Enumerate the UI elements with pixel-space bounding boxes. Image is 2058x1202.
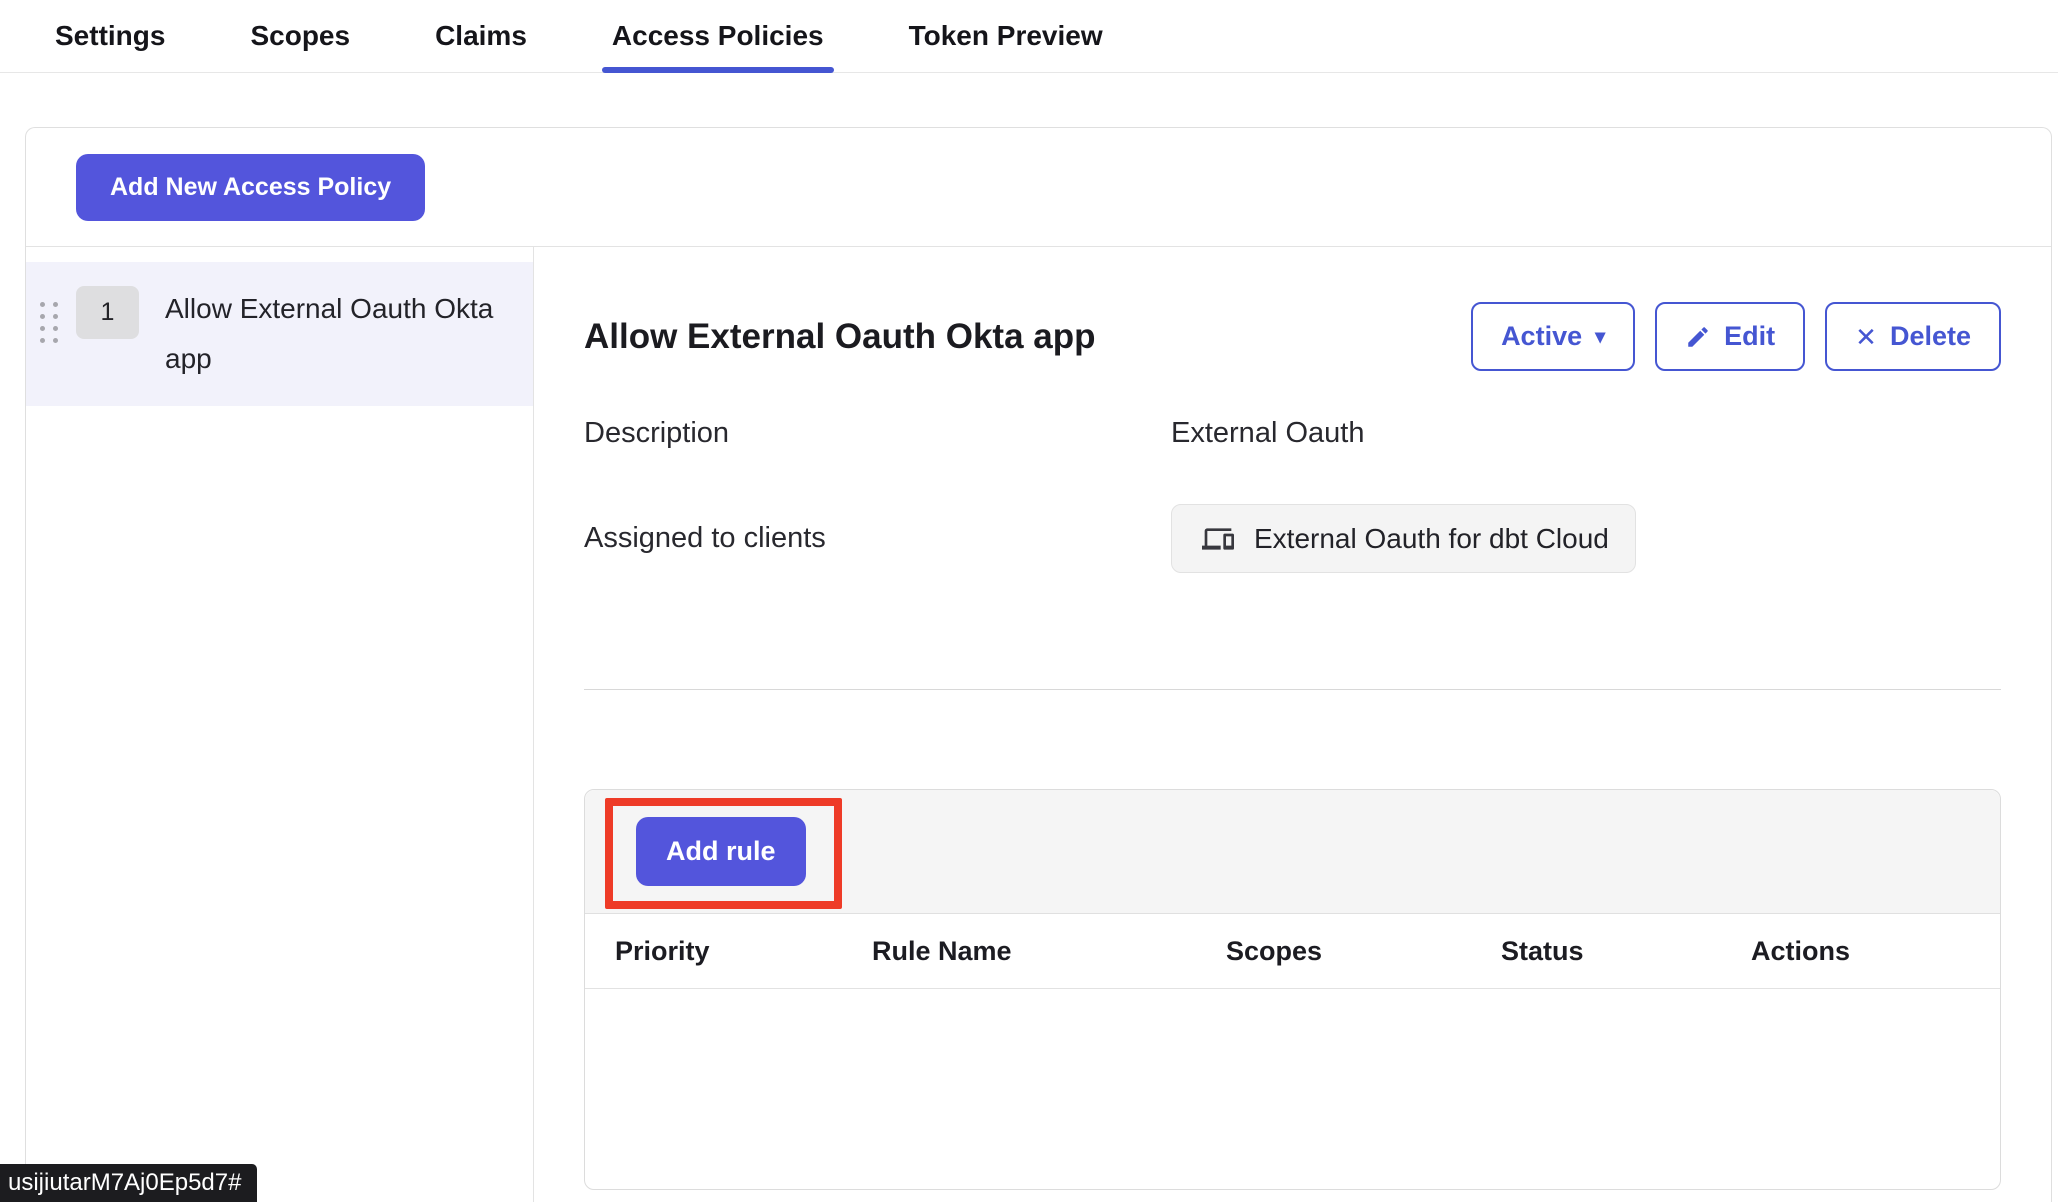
status-bar-link-preview: usijiutarM7Aj0Ep5d7# [0, 1164, 257, 1202]
delete-button-label: Delete [1890, 321, 1971, 352]
page-root: Settings Scopes Claims Access Policies T… [0, 0, 2058, 1202]
tab-bar: Settings Scopes Claims Access Policies T… [0, 0, 2058, 73]
policy-item-label: Allow External Oauth Okta app [165, 284, 495, 384]
rules-card: Add rule Priority Rule Name Scopes Statu… [584, 789, 2001, 1190]
description-row: Description External Oauth [584, 417, 2001, 450]
access-policies-panel: Add New Access Policy 1 Allow External O… [25, 127, 2052, 1202]
tab-token-preview[interactable]: Token Preview [903, 0, 1109, 72]
policy-actions: Active ▾ Edit ✕ Delete [1471, 302, 2001, 371]
policy-list: 1 Allow External Oauth Okta app [26, 247, 534, 1202]
column-header-actions: Actions [1751, 936, 2000, 967]
client-chip: External Oauth for dbt Cloud [1171, 504, 1636, 573]
column-header-status: Status [1501, 936, 1751, 967]
policy-detail: Allow External Oauth Okta app Active ▾ E… [534, 247, 2051, 1202]
rules-table-body [585, 989, 2000, 1189]
description-label: Description [584, 417, 1171, 450]
column-header-priority: Priority [615, 936, 872, 967]
active-status-button[interactable]: Active ▾ [1471, 302, 1635, 371]
policy-detail-header: Allow External Oauth Okta app Active ▾ E… [584, 302, 2001, 371]
tab-access-policies[interactable]: Access Policies [606, 0, 830, 72]
policy-title: Allow External Oauth Okta app [584, 317, 1095, 357]
pencil-icon [1685, 324, 1711, 350]
add-rule-button[interactable]: Add rule [636, 817, 806, 886]
rules-table-header: Priority Rule Name Scopes Status Actions [585, 914, 2000, 989]
panel-body: 1 Allow External Oauth Okta app Allow Ex… [26, 247, 2051, 1202]
policy-order-badge: 1 [76, 286, 139, 339]
rules-toolbar: Add rule [585, 790, 2000, 914]
chevron-down-icon: ▾ [1595, 327, 1605, 347]
edit-button[interactable]: Edit [1655, 302, 1805, 371]
column-header-rule-name: Rule Name [872, 936, 1226, 967]
add-new-access-policy-button[interactable]: Add New Access Policy [76, 154, 425, 221]
tab-settings[interactable]: Settings [49, 0, 171, 72]
client-chip-label: External Oauth for dbt Cloud [1254, 523, 1609, 555]
assigned-to-clients-label: Assigned to clients [584, 522, 1171, 555]
tab-scopes[interactable]: Scopes [244, 0, 356, 72]
active-status-label: Active [1501, 321, 1582, 352]
policy-list-item[interactable]: 1 Allow External Oauth Okta app [26, 262, 533, 406]
tab-claims[interactable]: Claims [429, 0, 533, 72]
drag-dots [40, 302, 45, 307]
edit-button-label: Edit [1724, 321, 1775, 352]
description-value: External Oauth [1171, 417, 2001, 450]
assigned-clients-row: Assigned to clients External Oauth for d… [584, 504, 2001, 573]
drag-handle-icon[interactable] [40, 302, 66, 307]
client-device-icon [1198, 523, 1238, 555]
close-icon: ✕ [1855, 324, 1877, 350]
delete-button[interactable]: ✕ Delete [1825, 302, 2001, 371]
panel-toolbar: Add New Access Policy [26, 128, 2051, 247]
section-divider [584, 689, 2001, 690]
column-header-scopes: Scopes [1226, 936, 1501, 967]
